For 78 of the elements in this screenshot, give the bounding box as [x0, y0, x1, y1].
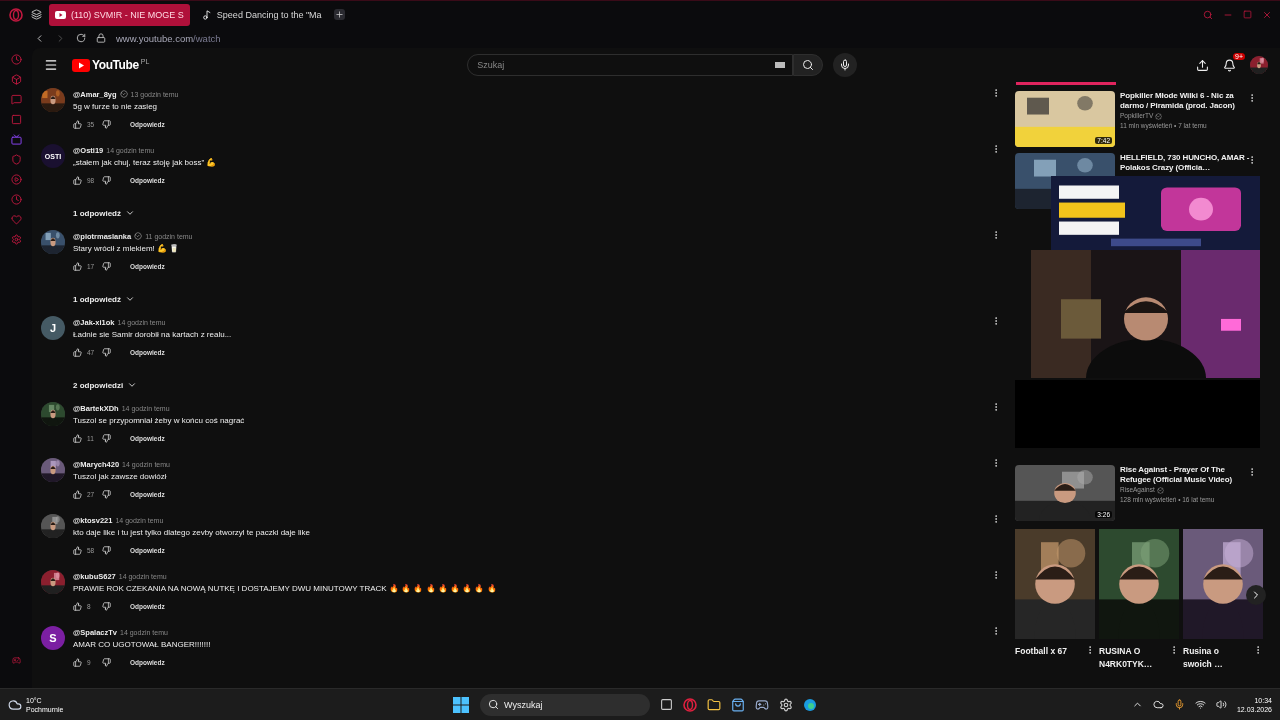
comment-text: AMAR CO UGOTOWAŁ BANGER!!!!!!! — [73, 639, 211, 651]
menu-icon[interactable] — [44, 58, 58, 72]
mic-button[interactable] — [833, 53, 858, 77]
comment-text: Tuszol jak zawsze dowiózł — [73, 471, 168, 483]
comment-text: PRAWIE ROK CZEKANIA NA NOWĄ NUTKĘ I DOSTAJEMY DWU MINUTOWY TRACK 🔥 🔥 🔥 🔥 🔥 🔥 🔥 🔥 🔥 — [73, 583, 497, 595]
dislike-icon[interactable] — [102, 489, 111, 499]
chevron-down-icon — [125, 294, 135, 304]
short-title[interactable]: Rusina o swoich … — [1183, 645, 1249, 671]
comment-text: „stałem jak chuj, teraz stoję jak boss” 💪 — [73, 157, 217, 169]
dislike-icon[interactable] — [102, 119, 111, 129]
address-field[interactable]: www.youtube.com/watch — [116, 32, 221, 44]
volume-icon[interactable] — [1215, 699, 1227, 710]
replies-toggle[interactable]: 1 odpowiedź — [73, 200, 135, 230]
dislike-icon[interactable] — [102, 175, 111, 185]
new-tab-icon[interactable] — [333, 9, 345, 20]
dislike-icon[interactable] — [102, 347, 111, 357]
store-icon[interactable] — [731, 697, 745, 712]
search-button[interactable] — [793, 54, 824, 76]
avatar[interactable]: J — [41, 316, 65, 340]
taskbar-search-field[interactable]: Wyszukaj — [480, 693, 650, 716]
chevron-down-icon — [125, 208, 135, 218]
clock-icon[interactable] — [10, 54, 22, 65]
video-title[interactable]: Popkiller Młode Wilki 6 - Nic za darmo / Piramida (prod. Jacon) — [1120, 91, 1252, 111]
message-icon[interactable] — [10, 94, 22, 105]
square-icon[interactable] — [10, 114, 22, 125]
history-icon[interactable] — [10, 194, 22, 205]
opera-logo-icon[interactable] — [8, 6, 24, 23]
keyboard-icon[interactable] — [775, 62, 786, 68]
dislike-icon[interactable] — [102, 261, 111, 271]
close-icon[interactable] — [1262, 9, 1272, 20]
avatar[interactable]: S — [41, 626, 65, 650]
comment-text: Tuszol se przypomniał żeby w końcu coś nagrać — [73, 415, 245, 427]
comment-text: Stary wrócił z mlekiem! 💪 🥛 — [73, 243, 181, 255]
browser-tab[interactable]: (110) SVM!R - NIE MOGE S — [49, 3, 190, 26]
search-icon — [802, 59, 815, 71]
mic-icon[interactable] — [1173, 699, 1185, 710]
comment-text: Ładnie sie Samir dorobił na kartach z realu... — [73, 329, 232, 341]
dislike-icon[interactable] — [102, 657, 111, 667]
search-field[interactable]: Szukaj — [467, 54, 794, 76]
task-view-icon[interactable] — [660, 698, 673, 711]
replies-toggle[interactable]: 2 odpowiedzi — [73, 372, 138, 402]
like-icon[interactable] — [73, 175, 82, 185]
upload-icon[interactable] — [1196, 58, 1209, 72]
tv-icon[interactable] — [10, 134, 22, 145]
lock-icon — [96, 33, 106, 43]
dislike-icon[interactable] — [102, 601, 111, 611]
youtube-icon — [55, 10, 66, 19]
like-icon[interactable] — [73, 601, 82, 611]
browser-tab[interactable]: Speed Dancing to the "Ma — [195, 3, 328, 26]
network-icon[interactable] — [1194, 699, 1206, 710]
folder-icon[interactable] — [707, 697, 721, 712]
comment-text: kto daje like i tu jest tylko dlatego zevby otworzyl te paczki daje like — [73, 527, 310, 539]
weather-icon[interactable] — [8, 697, 22, 712]
chevron-down-icon — [127, 380, 138, 390]
like-icon[interactable] — [73, 433, 82, 443]
replies-toggle[interactable]: 1 odpowiedź — [73, 286, 135, 316]
search-icon[interactable] — [1203, 9, 1213, 20]
dislike-icon[interactable] — [102, 433, 111, 443]
notifications-icon[interactable] — [1223, 58, 1236, 72]
like-icon[interactable] — [73, 545, 82, 555]
short-title[interactable]: RUSINA O N4RK0TYK… — [1099, 645, 1165, 671]
short-title[interactable]: Football x 67 — [1015, 645, 1081, 658]
like-icon[interactable] — [73, 657, 82, 667]
reload-icon[interactable] — [76, 33, 86, 43]
video-title[interactable]: HELLFIELD, 730 HUNCHO, AMAR - Polakos Crazy (Officia… — [1120, 153, 1252, 173]
like-icon[interactable] — [73, 261, 82, 271]
like-icon[interactable] — [73, 119, 82, 129]
opera-logo-icon[interactable] — [683, 697, 697, 712]
video-title[interactable]: Rise Against - Prayer Of The Refugee (Official Music Video) — [1120, 465, 1252, 485]
start-icon[interactable] — [452, 695, 470, 714]
music-note-icon — [201, 9, 212, 20]
like-icon[interactable] — [73, 347, 82, 357]
comment-text: 5g w furze to nie zasieg — [73, 101, 159, 113]
search-icon — [488, 698, 499, 710]
like-icon[interactable] — [73, 489, 82, 499]
box-icon[interactable] — [10, 74, 22, 85]
dislike-icon[interactable] — [102, 545, 111, 555]
mic-icon — [839, 59, 852, 71]
